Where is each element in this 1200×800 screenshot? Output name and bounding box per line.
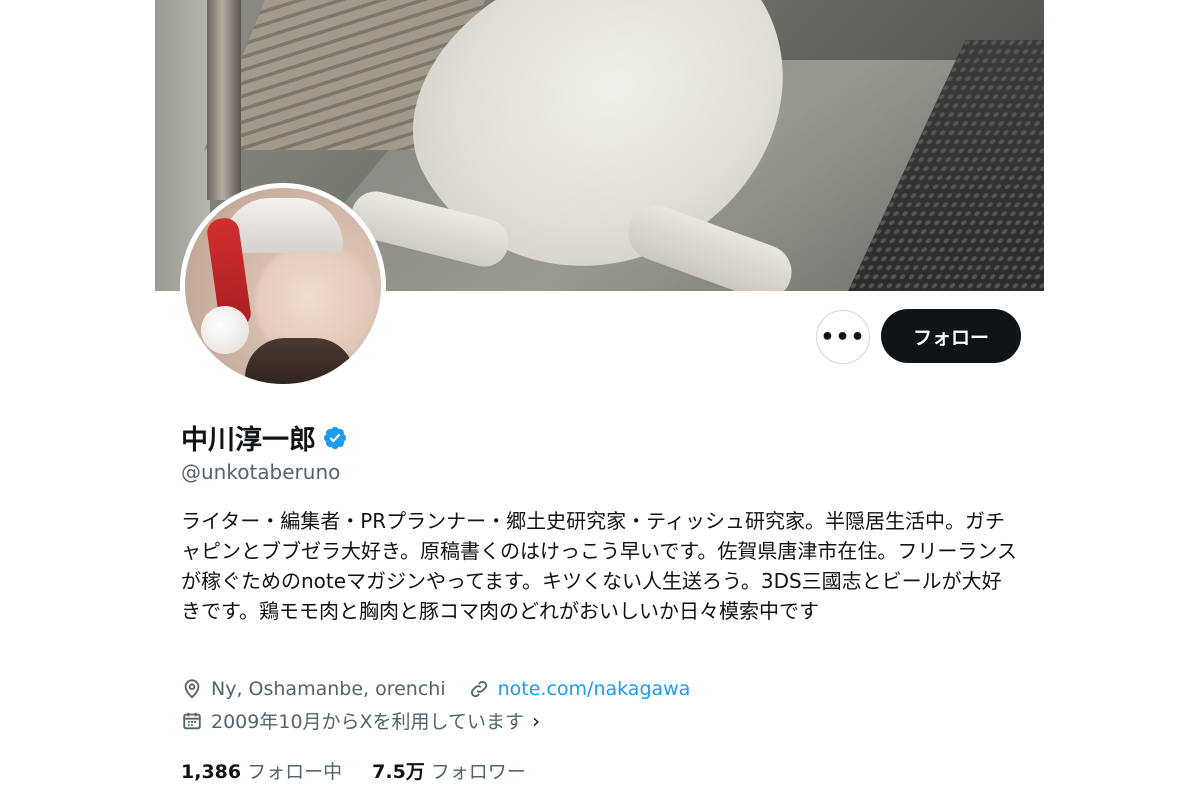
profile-bio: ライター・編集者・PRプランナー・郷土史研究家・ティッシュ研究家。半隠居生活中。… [181,509,1017,623]
display-name: 中川淳一郎 [181,425,316,456]
follow-button[interactable]: フォロー [881,309,1021,363]
joined-row[interactable]: 2009年10月からXを利用しています › [181,707,562,734]
follow-stats: 1,386 フォロー中 7.5万 フォロワー [181,757,556,784]
banner-pole [207,0,241,200]
location-pin-icon [184,679,200,699]
more-dots-icon: ••• [820,324,866,350]
avatar[interactable] [180,183,386,389]
user-handle: @unkotaberuno [181,460,341,484]
name-row: 中川淳一郎 [181,418,348,457]
joined-item[interactable]: 2009年10月からXを利用しています › [181,707,540,734]
calendar-icon [183,712,201,729]
website-item[interactable]: note.com/nakagawa [468,678,691,700]
profile-meta-row: Ny, Oshamanbe, orenchi note.com/nakagawa [181,678,712,700]
chevron-right-icon: › [531,708,540,733]
following-count: 1,386 [181,761,242,783]
link-icon [470,680,487,698]
joined-text: 2009年10月からXを利用しています [211,711,524,733]
followers-stat[interactable]: 7.5万 フォロワー [372,757,526,784]
more-options-button[interactable]: ••• [816,310,870,364]
following-stat[interactable]: 1,386 フォロー中 [181,757,342,784]
followers-count: 7.5万 [372,761,425,783]
verified-badge-icon[interactable] [322,425,348,451]
website-link[interactable]: note.com/nakagawa [498,678,691,700]
avatar-image [185,188,381,384]
following-label: フォロー中 [247,761,343,783]
profile-page: ••• フォロー 中川淳一郎 @unkotaberuno ライター・編集者・PR… [155,0,1044,800]
location-text: Ny, Oshamanbe, orenchi [211,678,446,700]
location-item: Ny, Oshamanbe, orenchi [181,678,446,700]
avatar-hair [245,338,355,384]
avatar-hat-pompom [201,306,249,354]
followers-label: フォロワー [430,761,526,783]
